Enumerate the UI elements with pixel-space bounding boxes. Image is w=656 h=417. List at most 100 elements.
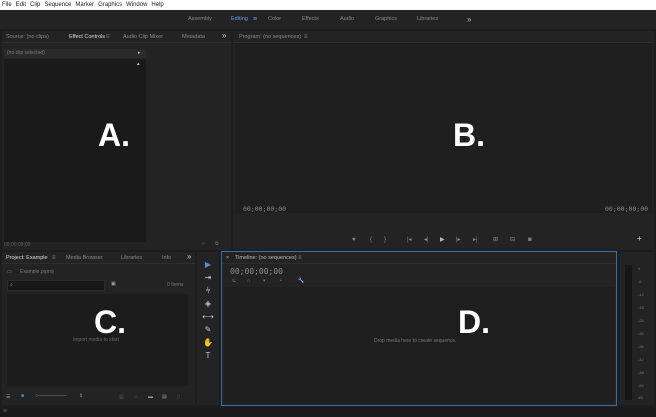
add-marker-icon[interactable]: ▾ (263, 278, 266, 284)
add-button-icon[interactable]: + (637, 235, 642, 243)
slip-tool-icon[interactable]: ⟷ (202, 311, 214, 322)
menu-sequence[interactable]: Sequence (44, 0, 71, 10)
hamburger-icon[interactable]: ≡ (106, 32, 110, 42)
menu-edit[interactable]: Edit (16, 0, 26, 10)
automate-icon[interactable]: ▥ (119, 394, 124, 400)
ripple-edit-tool-icon[interactable]: ⫩ (202, 285, 214, 296)
play-triangle-icon[interactable]: ▸ (138, 50, 141, 56)
meter-tick: -6 (638, 279, 642, 284)
project-file-name: Example.prproj (20, 269, 54, 275)
track-select-tool-icon[interactable]: ⇥ (202, 272, 214, 283)
workspace-assembly[interactable]: Assembly (188, 10, 212, 29)
close-icon[interactable]: × (226, 253, 229, 263)
menu-help[interactable]: Help (151, 0, 163, 10)
meter-tick: -54 (638, 383, 644, 388)
panel-label-b: B. (453, 117, 485, 153)
pen-tool-icon[interactable]: ✎ (202, 324, 214, 335)
go-to-out-icon[interactable]: ▸| (473, 236, 478, 244)
hamburger-icon[interactable]: ≡ (298, 253, 302, 263)
hamburger-icon[interactable]: ≡ (253, 10, 257, 29)
program-panel: Program: (no sequences) ≡ B. 00;00;00;00… (233, 31, 654, 250)
linked-selection-icon[interactable]: ∩ (247, 278, 251, 284)
lift-icon[interactable]: ⊞ (493, 236, 498, 244)
icon-view-icon[interactable]: ■ (21, 393, 24, 399)
divider (222, 263, 616, 264)
workspace-editing[interactable]: Editing (231, 10, 248, 29)
chevrons-right-icon[interactable]: » (222, 31, 226, 41)
panel-label-a: A. (98, 117, 130, 153)
source-panel: Source: (no clips) Effect Controls ≡ Aud… (2, 31, 231, 250)
trash-icon[interactable]: ▯ (177, 394, 180, 400)
menu-file[interactable]: File (2, 0, 12, 10)
menu-bar: File Edit Clip Sequence Marker Graphics … (0, 0, 656, 10)
workspace-audio[interactable]: Audio (340, 10, 354, 29)
panel-label-c: C. (94, 304, 126, 340)
find-icon[interactable]: ⌕ (135, 394, 138, 400)
sort-icon[interactable]: ⇕ (79, 393, 83, 399)
step-back-icon[interactable]: ◂| (424, 236, 429, 244)
meter-tick: -12 (638, 292, 644, 297)
zoom-slider[interactable]: ○──────── (35, 393, 66, 399)
marker-icon[interactable]: • (280, 278, 282, 284)
list-view-icon[interactable]: ☰ (6, 394, 10, 400)
razor-tool-icon[interactable]: ◈ (202, 298, 214, 309)
search-icon: ⌕ (10, 282, 13, 288)
folder-icon[interactable]: ▣ (111, 281, 116, 287)
tab-libraries[interactable]: Libraries (121, 253, 142, 263)
step-forward-icon[interactable]: |▸ (456, 236, 461, 244)
hamburger-icon[interactable]: ≡ (52, 253, 56, 263)
audio-meter-panel: 0 -6 -12 -18 -24 -30 -36 -42 -48 -54 dB (619, 252, 654, 405)
meter-tick: -42 (638, 357, 644, 362)
mark-in-icon[interactable]: { (370, 236, 372, 244)
timeline-timecode: 00;00;00;00 (230, 267, 283, 276)
new-item-icon[interactable]: ▤ (162, 394, 167, 400)
menu-marker[interactable]: Marker (75, 0, 94, 10)
export-icon[interactable]: ⧉ (215, 241, 219, 247)
camera-icon[interactable]: ◙ (528, 236, 532, 244)
new-bin-icon[interactable]: ▬ (148, 394, 153, 400)
go-to-in-icon[interactable]: |◂ (407, 236, 412, 244)
divider (2, 42, 231, 43)
menu-clip[interactable]: Clip (30, 0, 40, 10)
menu-window[interactable]: Window (126, 0, 147, 10)
play-icon[interactable]: ▶ (440, 236, 445, 244)
tab-metadata[interactable]: Metadata (182, 32, 205, 42)
source-timecode: 00;00;00;00 (4, 242, 31, 248)
workspace-libraries[interactable]: Libraries (417, 10, 438, 29)
type-tool-icon[interactable]: T (202, 350, 214, 361)
snap-icon[interactable]: ⊆ (232, 278, 236, 284)
hamburger-icon[interactable]: ≡ (304, 32, 308, 42)
meter-tick: -30 (638, 331, 644, 336)
program-timecode-right: 00;00;00;00 (605, 205, 649, 213)
tab-effect-controls[interactable]: Effect Controls (69, 32, 105, 43)
status-icon: ⊘ (3, 408, 8, 414)
timeline-title: Timeline: (no sequences) (235, 255, 297, 261)
drop-hint: Drop media here to create sequence. (374, 338, 457, 344)
clip-header-text: (no clip selected) (7, 50, 45, 56)
search-input[interactable]: ⌕ (7, 280, 105, 291)
selection-tool-icon[interactable]: ▶ (202, 259, 214, 270)
chevrons-right-icon[interactable]: » (467, 10, 471, 29)
filter-icon[interactable]: ▿◦ (202, 241, 206, 247)
tab-source[interactable]: Source: (no clips) (6, 32, 49, 42)
tab-audio-clip-mixer[interactable]: Audio Clip Mixer (123, 32, 163, 42)
wrench-icon[interactable]: 🔧 (298, 278, 304, 284)
tab-media-browser[interactable]: Media Browser (66, 253, 103, 263)
tab-project[interactable]: Project: Example (6, 253, 48, 264)
extract-icon[interactable]: ⊟ (510, 236, 515, 244)
tab-info[interactable]: Info (162, 253, 171, 263)
panel-label-d: D. (458, 304, 490, 340)
workspace-graphics[interactable]: Graphics (375, 10, 397, 29)
timeline-panel: × Timeline: (no sequences) ≡ 00;00;00;00… (221, 251, 617, 406)
add-marker-icon[interactable]: ♥ (352, 236, 356, 244)
workspace-color[interactable]: Color (268, 10, 281, 29)
project-file-icon: ▭ (7, 269, 12, 275)
chevrons-right-icon[interactable]: » (187, 252, 191, 262)
clip-header-bar: (no clip selected) ▸ (4, 49, 146, 58)
audio-meter-bar (625, 265, 632, 400)
workspace-effects[interactable]: Effects (302, 10, 319, 29)
menu-graphics[interactable]: Graphics (98, 0, 122, 10)
mark-out-icon[interactable]: } (384, 236, 386, 244)
hand-tool-icon[interactable]: ✋ (202, 337, 214, 348)
scroll-up-icon[interactable]: ▴ (137, 61, 140, 67)
